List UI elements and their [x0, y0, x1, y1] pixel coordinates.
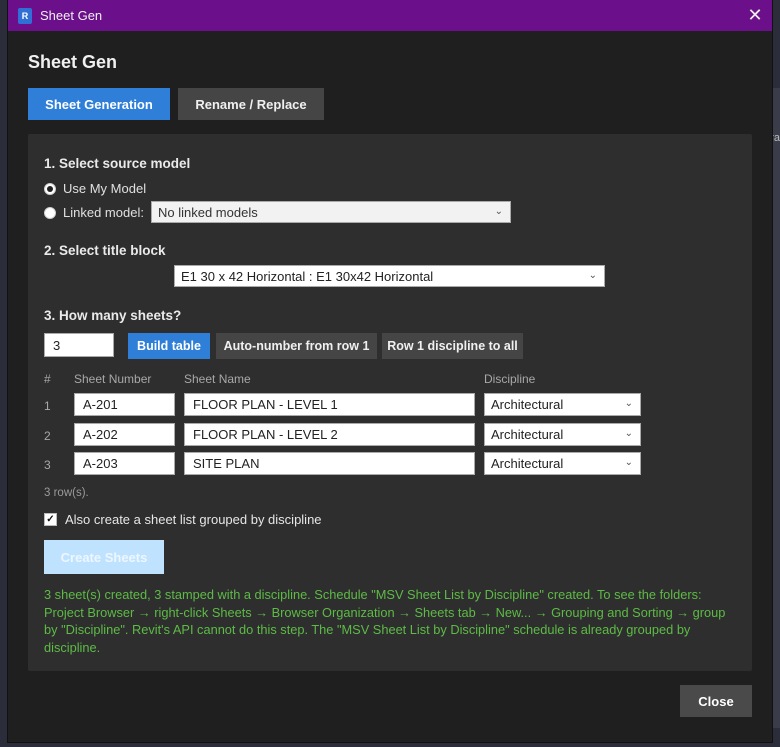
- chevron-down-icon: ⌄: [624, 398, 633, 409]
- discipline-select[interactable]: Architectural ⌄: [484, 423, 641, 446]
- discipline-value: Architectural: [491, 397, 564, 412]
- sheet-list-checkbox[interactable]: ✓: [44, 513, 57, 526]
- window-title: Sheet Gen: [40, 8, 103, 23]
- use-my-model-label: Use My Model: [63, 181, 147, 196]
- title-bar[interactable]: R Sheet Gen ✕: [8, 0, 772, 31]
- chevron-down-icon: ⌄: [624, 428, 633, 439]
- radio-use-my-model[interactable]: Use My Model: [44, 181, 146, 196]
- row-number: 1: [44, 399, 51, 413]
- sheet-number-input[interactable]: A-201: [74, 393, 175, 416]
- sheet-count-input[interactable]: 3: [44, 333, 114, 357]
- sheet-name-input[interactable]: SITE PLAN: [184, 452, 475, 475]
- linked-model-label: Linked model:: [63, 205, 144, 220]
- sheet-number-input[interactable]: A-203: [74, 452, 175, 475]
- sheet-number-input[interactable]: A-202: [74, 423, 175, 446]
- column-header-sheet-name: Sheet Name: [184, 372, 251, 386]
- chevron-down-icon: ⌄: [588, 270, 597, 281]
- radio-button-unchecked[interactable]: [44, 206, 56, 219]
- title-block-select[interactable]: E1 30 x 42 Horizontal : E1 30x42 Horizon…: [174, 265, 605, 287]
- column-header-sheet-number: Sheet Number: [74, 372, 152, 386]
- sheet-gen-dialog: R Sheet Gen ✕ Sheet Gen Sheet Generation…: [8, 0, 772, 742]
- section-how-many-title: 3. How many sheets?: [44, 308, 182, 323]
- radio-button-checked[interactable]: [44, 182, 56, 195]
- linked-model-value: No linked models: [158, 204, 258, 220]
- revit-app-icon: R: [18, 7, 32, 24]
- close-icon[interactable]: ✕: [746, 6, 764, 24]
- sheet-generation-panel: 1. Select source model Use My Model Link…: [28, 134, 752, 671]
- sheet-list-option[interactable]: ✓ Also create a sheet list grouped by di…: [44, 512, 322, 527]
- tab-rename-replace[interactable]: Rename / Replace: [178, 88, 324, 120]
- discipline-value: Architectural: [491, 456, 564, 471]
- sheet-name-input[interactable]: FLOOR PLAN - LEVEL 1: [184, 393, 475, 416]
- column-header-discipline: Discipline: [484, 372, 536, 386]
- close-button[interactable]: Close: [680, 685, 752, 717]
- radio-linked-model[interactable]: Linked model:: [44, 205, 144, 220]
- title-block-value: E1 30 x 42 Horizontal : E1 30x42 Horizon…: [181, 268, 434, 284]
- row-number: 2: [44, 429, 51, 443]
- sheet-name-input[interactable]: FLOOR PLAN - LEVEL 2: [184, 423, 475, 446]
- row-count-text: 3 row(s).: [44, 487, 89, 499]
- linked-model-select[interactable]: No linked models ⌄: [151, 201, 511, 223]
- discipline-select[interactable]: Architectural ⌄: [484, 393, 641, 416]
- row-number: 3: [44, 458, 51, 472]
- create-sheets-button[interactable]: Create Sheets: [44, 540, 164, 574]
- tab-sheet-generation[interactable]: Sheet Generation: [28, 88, 170, 120]
- build-table-button[interactable]: Build table: [128, 333, 210, 359]
- section-title-block-title: 2. Select title block: [44, 243, 166, 258]
- column-header-num: #: [44, 372, 51, 386]
- status-message: 3 sheet(s) created, 3 stamped with a dis…: [44, 587, 726, 655]
- page-title: Sheet Gen: [28, 52, 118, 72]
- section-source-model-title: 1. Select source model: [44, 156, 191, 171]
- auto-number-button[interactable]: Auto-number from row 1: [216, 333, 377, 359]
- discipline-value: Architectural: [491, 427, 564, 442]
- chevron-down-icon: ⌄: [494, 206, 503, 217]
- sheet-list-label: Also create a sheet list grouped by disc…: [65, 512, 322, 527]
- chevron-down-icon: ⌄: [624, 457, 633, 468]
- discipline-select[interactable]: Architectural ⌄: [484, 452, 641, 475]
- row1-discipline-button[interactable]: Row 1 discipline to all: [382, 333, 523, 359]
